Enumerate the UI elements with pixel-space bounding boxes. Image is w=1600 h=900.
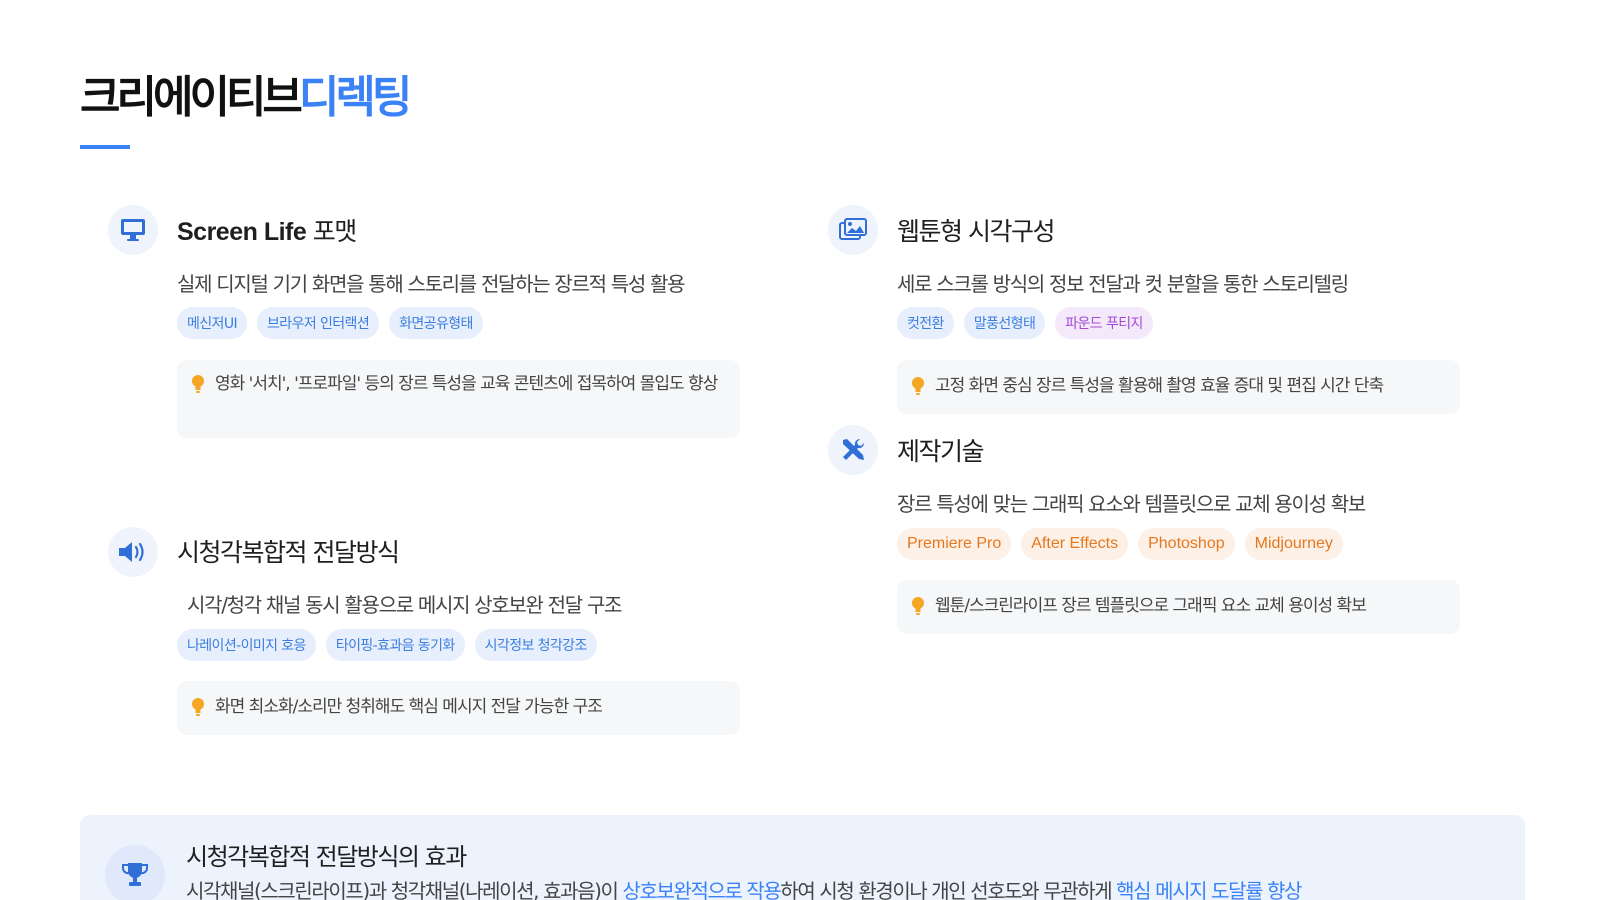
- title-underline: [80, 145, 130, 149]
- effect-desc-part: 하여 시청 환경이나 개인 선호도와 무관하게: [780, 879, 1117, 900]
- tag-list: 나레이션-이미지 호응 타이핑-효과음 동기화 시각정보 청각강조: [177, 629, 597, 661]
- section-title: 시청각복합적 전달방식: [177, 538, 400, 567]
- tag: Premiere Pro: [897, 528, 1012, 560]
- tag-list: Premiere Pro After Effects Photoshop Mid…: [897, 528, 1343, 560]
- lightbulb-icon: [912, 597, 924, 615]
- section-title: Screen Life 포맷: [177, 212, 358, 248]
- section-description: 세로 스크롤 방식의 정보 전달과 컷 분할을 통한 스토리텔링: [897, 272, 1349, 296]
- effect-desc-highlight: 상호보완적으로 작용: [622, 879, 781, 900]
- tag: Midjourney: [1244, 528, 1343, 560]
- lightbulb-icon: [912, 377, 924, 395]
- trophy-icon: [105, 845, 165, 900]
- section-description: 장르 특성에 맞는 그래픽 요소와 템플릿으로 교체 용이성 확보: [897, 492, 1366, 516]
- tools-icon: [828, 425, 878, 475]
- tip-text: 웹툰/스크린라이프 장르 템플릿으로 그래픽 요소 교체 용이성 확보: [935, 596, 1367, 616]
- tag-list: 메신저UI 브라우저 인터랙션 화면공유형태: [177, 307, 483, 339]
- tag: 말풍선형태: [963, 307, 1046, 339]
- tag: 나레이션-이미지 호응: [177, 629, 316, 661]
- page-title-main: 크리에이티브: [80, 72, 303, 123]
- section-title: 제작기술: [897, 437, 985, 466]
- effect-desc-highlight: 핵심 메시지 도달률 향상: [1116, 879, 1302, 900]
- tip-box: 영화 '서치', '프로파일' 등의 장르 특성을 교육 콘텐츠에 접목하여 몰…: [177, 360, 740, 438]
- effect-title: 시청각복합적 전달방식의 효과: [186, 843, 467, 871]
- speaker-icon: [108, 527, 158, 577]
- section-description: 실제 디지털 기기 화면을 통해 스토리를 전달하는 장르적 특성 활용: [177, 272, 686, 296]
- monitor-icon: [108, 205, 158, 255]
- tag: 시각정보 청각강조: [474, 629, 597, 661]
- effect-desc-part: 시각채널(스크린라이프)과 청각채널(나레이션, 효과음)이: [186, 879, 623, 900]
- tag: 파운드 푸티지: [1055, 307, 1153, 339]
- tip-box: 화면 최소화/소리만 청취해도 핵심 메시지 전달 가능한 구조: [177, 681, 740, 735]
- tag-list: 컷전환 말풍선형태 파운드 푸티지: [897, 307, 1153, 339]
- tag: 메신저UI: [177, 307, 248, 339]
- tip-box: 웹툰/스크린라이프 장르 템플릿으로 그래픽 요소 교체 용이성 확보: [897, 580, 1460, 634]
- effect-description: 시각채널(스크린라이프)과 청각채널(나레이션, 효과음)이 상호보완적으로 작…: [186, 875, 1302, 900]
- tag: Photoshop: [1138, 528, 1235, 560]
- section-title: 웹툰형 시각구성: [897, 217, 1055, 246]
- tip-text: 고정 화면 중심 장르 특성을 활용해 촬영 효율 증대 및 편집 시간 단축: [935, 376, 1384, 396]
- tag: 컷전환: [897, 307, 954, 339]
- page-title-accent: 디렉팅: [298, 72, 412, 123]
- tag: After Effects: [1021, 528, 1129, 560]
- page-title: 크리에이티브디렉팅: [80, 70, 412, 126]
- section-title-ko: 포맷: [312, 217, 358, 246]
- lightbulb-icon: [192, 375, 204, 393]
- section-title-en: Screen Life: [177, 218, 307, 246]
- tag: 타이핑-효과음 동기화: [325, 629, 465, 661]
- section-description: 시각/청각 채널 동시 활용으로 메시지 상호보완 전달 구조: [187, 593, 622, 617]
- tip-text: 화면 최소화/소리만 청취해도 핵심 메시지 전달 가능한 구조: [215, 697, 603, 717]
- tip-text: 영화 '서치', '프로파일' 등의 장르 특성을 교육 콘텐츠에 접목하여 몰…: [215, 374, 718, 394]
- lightbulb-icon: [192, 698, 204, 716]
- tip-box: 고정 화면 중심 장르 특성을 활용해 촬영 효율 증대 및 편집 시간 단축: [897, 360, 1460, 414]
- effect-box: 시청각복합적 전달방식의 효과 시각채널(스크린라이프)과 청각채널(나레이션,…: [80, 815, 1525, 900]
- tag: 화면공유형태: [389, 307, 483, 339]
- images-icon: [828, 205, 878, 255]
- tag: 브라우저 인터랙션: [257, 307, 380, 339]
